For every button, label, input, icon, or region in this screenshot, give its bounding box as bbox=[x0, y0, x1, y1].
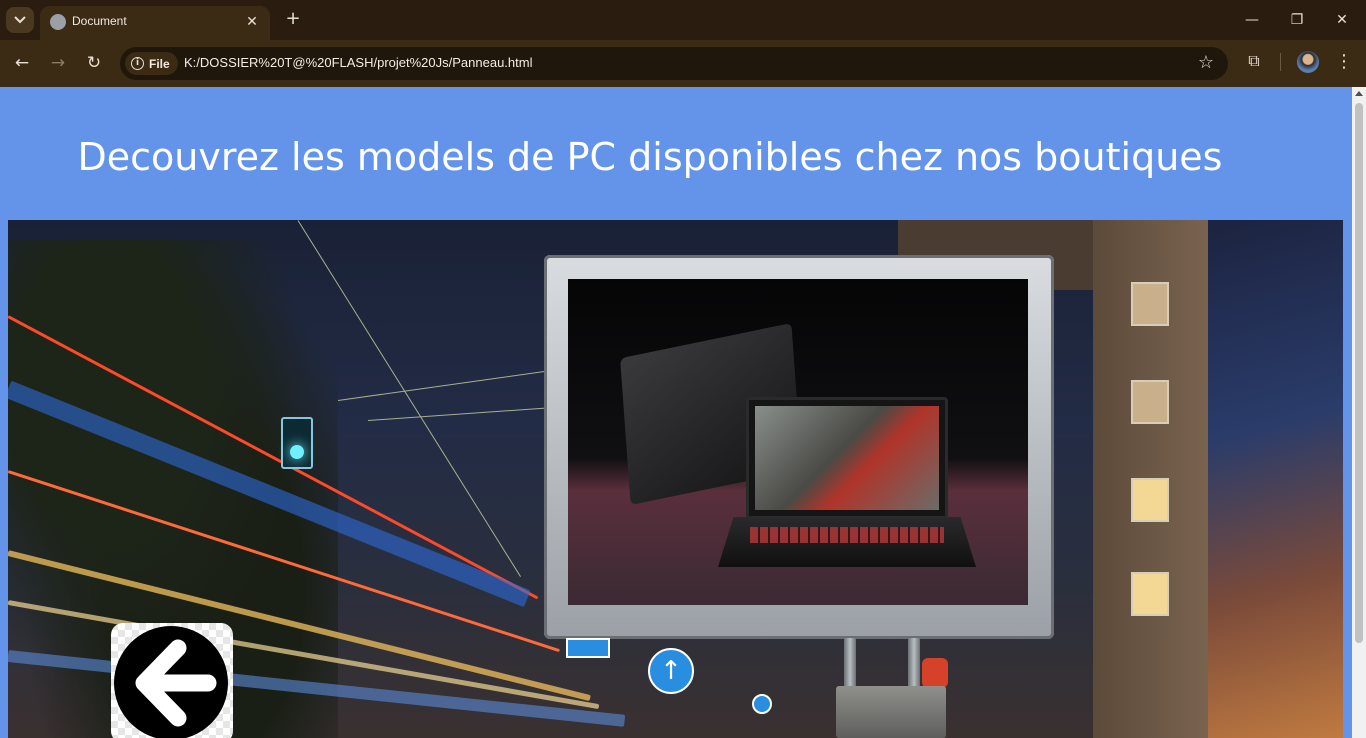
building-window bbox=[1131, 380, 1169, 424]
page-title: Decouvrez les models de PC disponibles c… bbox=[77, 135, 1223, 179]
tab-title: Document bbox=[72, 14, 127, 28]
billboard-scene-image: ↑ bbox=[8, 220, 1343, 738]
stop-sign bbox=[922, 658, 948, 688]
site-info-label: File bbox=[149, 56, 170, 71]
road-sign bbox=[752, 694, 772, 714]
page-scrollbar[interactable] bbox=[1352, 87, 1366, 738]
site-info-chip[interactable]: i File bbox=[125, 52, 178, 75]
browser-menu-icon[interactable]: ⋮ bbox=[1334, 50, 1354, 74]
laptop-screen-image bbox=[746, 397, 948, 519]
scroll-thumb[interactable] bbox=[1355, 103, 1363, 643]
chevron-down-icon bbox=[14, 16, 26, 24]
arrow-left-icon bbox=[114, 626, 228, 738]
forward-nav-icon[interactable]: → bbox=[46, 51, 70, 75]
building-window bbox=[1131, 478, 1169, 522]
bike-lane-sign bbox=[566, 638, 610, 658]
tram-wire bbox=[337, 369, 556, 401]
address-bar[interactable]: i File K:/DOSSIER%20T@%20FLASH/projet%20… bbox=[120, 47, 1228, 80]
scroll-up-icon[interactable] bbox=[1355, 91, 1363, 96]
minimize-button[interactable]: — bbox=[1240, 8, 1264, 32]
building-right bbox=[1093, 220, 1211, 738]
arrow-up-sign: ↑ bbox=[648, 648, 694, 694]
tab-search-button[interactable] bbox=[6, 7, 34, 33]
close-window-button[interactable]: ✕ bbox=[1330, 8, 1354, 32]
toolbar-divider bbox=[1280, 53, 1281, 71]
browser-tab[interactable]: Document ✕ bbox=[40, 6, 270, 40]
laptop-keyboard-image bbox=[750, 527, 944, 543]
utility-cabinet bbox=[836, 686, 946, 738]
billboard bbox=[544, 255, 1054, 639]
globe-icon bbox=[50, 14, 66, 30]
browser-toolbar: ← → ↻ i File K:/DOSSIER%20T@%20FLASH/pro… bbox=[0, 40, 1366, 87]
tab-bar: Document ✕ + — ❐ ✕ bbox=[0, 0, 1366, 40]
new-tab-button[interactable]: + bbox=[282, 8, 304, 30]
back-arrow-button[interactable] bbox=[111, 623, 233, 738]
restore-button[interactable]: ❐ bbox=[1285, 8, 1309, 32]
billboard-laptop-ad bbox=[568, 279, 1028, 605]
building-window bbox=[1131, 282, 1169, 326]
info-icon: i bbox=[131, 57, 144, 70]
reload-icon[interactable]: ↻ bbox=[82, 51, 106, 75]
scene-mirrored-edge bbox=[1208, 220, 1343, 738]
back-nav-icon[interactable]: ← bbox=[10, 51, 34, 75]
building-window bbox=[1131, 572, 1169, 616]
url-text[interactable]: K:/DOSSIER%20T@%20FLASH/projet%20Js/Pann… bbox=[184, 55, 532, 70]
laptop-display-image bbox=[755, 406, 939, 510]
star-icon[interactable]: ☆ bbox=[1198, 52, 1214, 73]
traffic-light bbox=[281, 417, 313, 469]
page-viewport: Decouvrez les models de PC disponibles c… bbox=[0, 87, 1352, 738]
puzzle-icon[interactable]: ⧉ bbox=[1243, 51, 1265, 73]
profile-avatar[interactable] bbox=[1297, 51, 1319, 73]
close-tab-icon[interactable]: ✕ bbox=[242, 12, 262, 32]
tram-wire bbox=[367, 406, 558, 421]
